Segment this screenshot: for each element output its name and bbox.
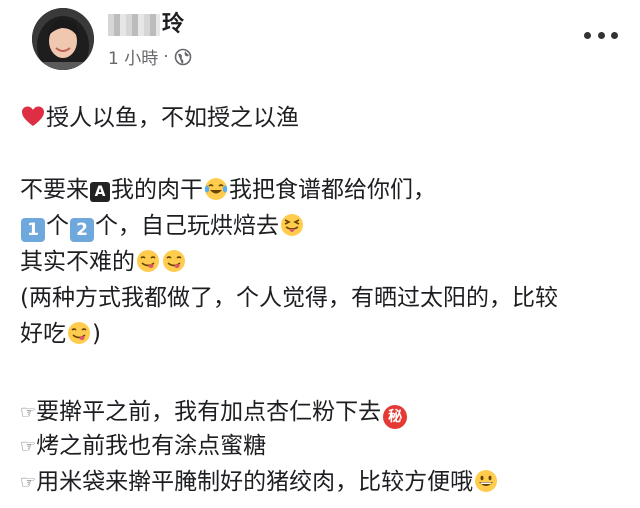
- post-timestamp[interactable]: 1 小時: [108, 44, 158, 69]
- author-name-visible: 玲: [162, 12, 185, 37]
- tip-2: ☞烤之前我也有涂点蜜糖: [20, 428, 266, 465]
- tears-of-joy-icon: [204, 177, 228, 201]
- intro-text-c: 我把食谱都给你们，: [229, 177, 436, 203]
- letter-a-icon: A: [90, 182, 110, 202]
- line-methods: (两种方式我都做了，个人觉得，有晒过太阳的，比较: [20, 280, 558, 316]
- blurred-name: [108, 14, 160, 36]
- tip-1-text: 要擀平之前，我有加点杏仁粉下去: [36, 399, 382, 425]
- line-counts: 1 个 2 个，自己玩烘焙去: [20, 208, 305, 244]
- squinting-tongue-icon: [280, 213, 304, 237]
- author-name[interactable]: 玲: [108, 10, 184, 40]
- pointing-hand-icon: ☞: [20, 436, 37, 457]
- facebook-post: 玲 1 小時 · 授人以鱼，不如授之以渔 不要来 A 我的肉干 我把食谱都给你们，: [0, 0, 640, 508]
- tasty-text: 好吃: [20, 321, 66, 347]
- intro-text-a: 不要来: [20, 177, 89, 203]
- profile-photo: [32, 8, 94, 70]
- grinning-face-icon: [474, 469, 498, 493]
- intro-text-b: 我的肉干: [111, 177, 203, 203]
- pointing-hand-icon: ☞: [20, 472, 37, 493]
- keycap-2-icon: 2: [70, 218, 94, 242]
- line-tasty: 好吃 ): [20, 316, 101, 352]
- line-proverb: 授人以鱼，不如授之以渔: [20, 100, 299, 136]
- post-meta: 1 小時 ·: [108, 44, 192, 69]
- secret-badge-icon: 秘: [383, 405, 408, 429]
- proverb-text: 授人以鱼，不如授之以渔: [46, 105, 299, 131]
- tip-3: ☞用米袋来擀平腌制好的猪绞肉，比较方便哦: [20, 464, 499, 501]
- globe-icon[interactable]: [174, 48, 192, 66]
- ellipsis-icon: [584, 31, 591, 39]
- tasty-text-end: ): [92, 321, 101, 347]
- yum-face-icon: [67, 321, 91, 345]
- counts-text-b: 个，自己玩烘焙去: [95, 213, 279, 239]
- tip-3-text: 用米袋来擀平腌制好的猪绞肉，比较方便哦: [36, 469, 474, 495]
- tip-2-text: 烤之前我也有涂点蜜糖: [36, 433, 267, 459]
- yum-face-icon: [136, 249, 160, 273]
- more-options-button[interactable]: [584, 26, 618, 44]
- tip-1: ☞要擀平之前，我有加点杏仁粉下去秘: [20, 394, 408, 431]
- red-heart-icon: [21, 105, 45, 129]
- counts-text-a: 个: [46, 213, 69, 239]
- keycap-1-icon: 1: [21, 218, 45, 242]
- not-hard-text: 其实不难的: [20, 249, 135, 275]
- avatar[interactable]: [32, 8, 94, 70]
- methods-text: (两种方式我都做了，个人觉得，有晒过太阳的，比较: [20, 285, 558, 311]
- line-intro: 不要来 A 我的肉干 我把食谱都给你们，: [20, 172, 436, 208]
- line-not-hard: 其实不难的: [20, 244, 187, 280]
- pointing-hand-icon: ☞: [20, 402, 37, 423]
- meta-separator: ·: [163, 46, 169, 67]
- yum-face-icon: [162, 249, 186, 273]
